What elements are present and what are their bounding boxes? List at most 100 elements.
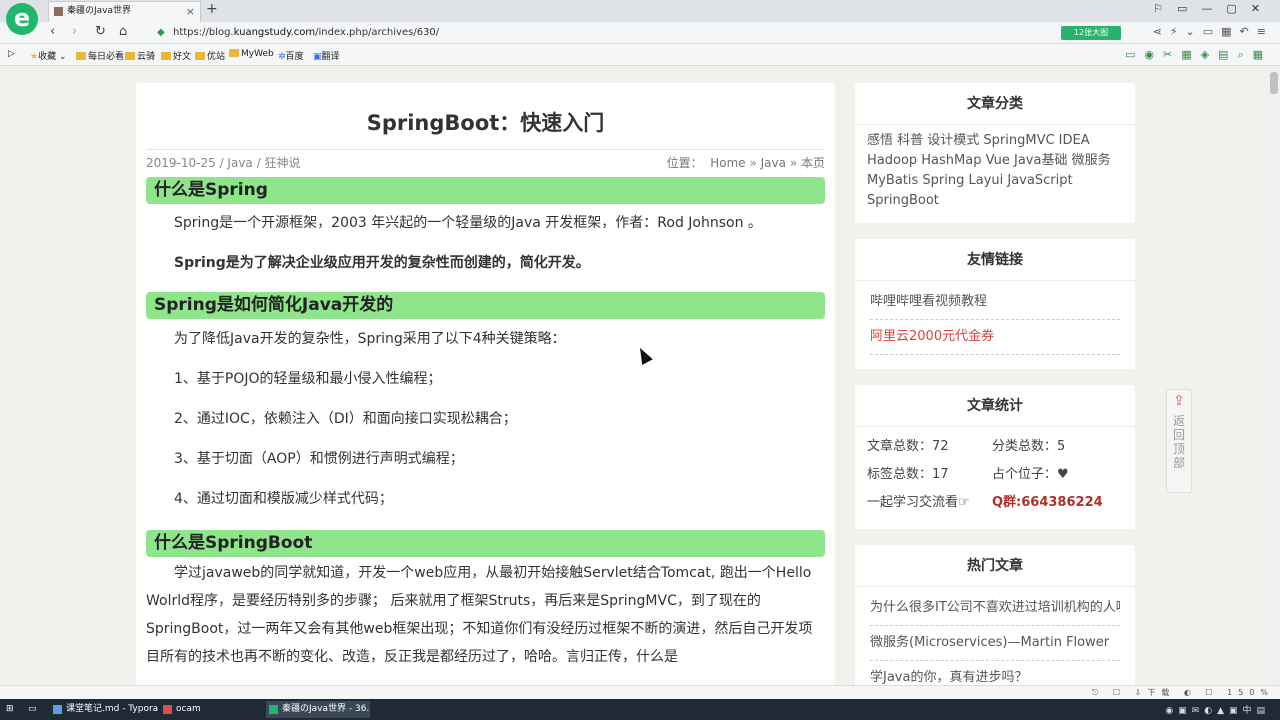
stat-row: 标签总数：17 占个位子：♥ [855, 461, 1135, 489]
article-category-link[interactable]: Java [227, 156, 252, 170]
breadcrumb-category[interactable]: Java [761, 156, 786, 170]
bookmark-baidu[interactable]: ✲百度 [278, 49, 304, 62]
breadcrumb-home[interactable]: Home [710, 156, 745, 170]
friend-link-aliyun[interactable]: 阿里云2000元代金券 [870, 320, 1120, 355]
heartbeat-icon: ♥ [1057, 467, 1069, 482]
heading-how-spring-simplifies: Spring是如何简化Java开发的 [146, 292, 825, 319]
browser-icon [269, 705, 278, 714]
system-tray[interactable]: ◉▣✉◐▲▣中▤ [1165, 703, 1270, 716]
article-title: SpringBoot：快速入门 [366, 111, 605, 135]
back-to-top-button[interactable]: ⇪ 返回顶部 [1166, 389, 1192, 493]
article-author: 狂神说 [264, 156, 301, 170]
folder-icon [125, 52, 135, 60]
hot-articles-widget: 热门文章 为什么很多IT公司不喜欢进过培训机构的人呢 微服务(Microserv… [855, 545, 1135, 685]
paragraph-bold: Spring是为了解决企业级应用开发的复杂性而创建的，简化开发。 [174, 255, 590, 271]
scrollbar-thumb[interactable] [1270, 72, 1278, 94]
hot-article-link[interactable]: 学Java的你，真有进步吗？ [870, 661, 1120, 685]
extension-icons[interactable]: ▭◉✂▦◈▤⌕▦ [1125, 48, 1272, 62]
reload-icon[interactable]: ↻ [95, 24, 106, 39]
friend-link-bilibili[interactable]: 哔哩哔哩看视频教程 [870, 285, 1120, 320]
article-card: SpringBoot：快速入门 2019-10-25 / Java / 狂神说 … [136, 83, 835, 685]
bookmark-translate[interactable]: ▣翻译 [313, 49, 340, 62]
folder-icon [195, 52, 205, 60]
url-domain: kuangstudy.com [233, 27, 316, 38]
taskbar-browser[interactable]: 秦疆のJava世界 - 36... [266, 701, 370, 718]
forward-icon[interactable]: › [72, 24, 77, 39]
back-to-top-label: 返回顶部 [1173, 414, 1186, 470]
secure-icon: ◆ [157, 27, 165, 38]
bookmark-good-sites[interactable]: 优站 [195, 49, 225, 62]
folder-icon [161, 52, 171, 60]
folder-icon [229, 49, 239, 57]
rocket-icon: ⇪ [1173, 393, 1185, 409]
zoom-level[interactable]: 150% [1227, 688, 1274, 697]
bookmark-good-articles[interactable]: 好文 [161, 49, 191, 62]
typora-icon [53, 705, 62, 714]
taskbar-label: ocam [176, 704, 201, 714]
breadcrumb-current: 本页 [800, 156, 825, 170]
tab-title: 秦疆のJava世界 [67, 6, 132, 16]
hot-articles-title: 热门文章 [855, 545, 1135, 587]
links-widget: 友情链接 哔哩哔哩看视频教程 阿里云2000元代金券 [855, 239, 1135, 369]
qq-group[interactable]: Q群:664386224 [992, 489, 1103, 517]
baidu-icon: ✲ [278, 52, 286, 62]
page-scrollbar[interactable] [1268, 66, 1280, 685]
star-icon: ★ [30, 52, 39, 62]
article-meta: 2019-10-25 / Java / 狂神说 位置： Home » Java … [146, 149, 825, 177]
browser-logo[interactable]: e [6, 3, 38, 35]
ocam-icon [163, 705, 172, 714]
stat-row: 一起学习交流看☞ Q群:664386224 [855, 489, 1135, 517]
paragraph: 为了降低Java开发的复杂性，Spring采用了以下4种关键策略： [174, 331, 566, 347]
heading-what-is-springboot: 什么是SpringBoot [146, 530, 825, 557]
taskbar-label: 秦疆のJava世界 - 36... [282, 704, 370, 714]
stat-tags: 标签总数：17 [867, 467, 949, 482]
status-right: ⎋ ☐ ⇩下载 ◐ ☐ 150% [1092, 688, 1274, 697]
bookmarks-toggle-icon[interactable]: ▷ [8, 49, 15, 59]
nav-bar: ‹ › ↻ ⌂ ◆ https://blog.kuangstudy.com/in… [0, 22, 1280, 44]
categories-title: 文章分类 [855, 83, 1135, 125]
url-prefix: https://blog. [173, 27, 234, 38]
breadcrumb-label: 位置： [666, 156, 703, 170]
url-path: /index.php/archives/630/ [315, 27, 440, 38]
stat-row: 文章总数：72 分类总数：5 [855, 433, 1135, 461]
hot-article-link[interactable]: 为什么很多IT公司不喜欢进过培训机构的人呢 [870, 591, 1120, 626]
address-bar[interactable]: ◆ https://blog.kuangstudy.com/index.php/… [155, 24, 1055, 42]
links-title: 友情链接 [855, 239, 1135, 281]
bookmark-cloud[interactable]: 云骑 [125, 49, 155, 62]
new-tab-button[interactable]: + [206, 1, 218, 17]
stat-categories: 分类总数：5 [992, 439, 1066, 454]
favicon-icon [54, 7, 63, 16]
page-viewport: SpringBoot：快速入门 2019-10-25 / Java / 狂神说 … [0, 66, 1268, 685]
toolbar-icons[interactable]: ⋖⚡⌄▭▦↶≡ [1153, 25, 1274, 38]
folder-icon [76, 52, 86, 60]
status-bar: ⎋ ☐ ⇩下载 ◐ ☐ 150% [0, 685, 1280, 699]
back-icon[interactable]: ‹ [50, 24, 55, 39]
task-view-icon[interactable]: ▭ [28, 701, 43, 718]
stats-widget: 文章统计 文章总数：72 分类总数：5 标签总数：17 占个位子：♥ 一起学习交… [855, 385, 1135, 529]
bookmark-myweb[interactable]: MyWeb [229, 49, 274, 59]
bookmark-daily[interactable]: 每日必看 [76, 49, 124, 62]
tab-close-icon[interactable]: × [186, 2, 195, 21]
taskbar: ⊞ ▭ 课堂笔记.md - Typora ocam 秦疆のJava世界 - 36… [0, 699, 1280, 720]
stat-join: 一起学习交流看☞ [867, 495, 970, 510]
home-icon[interactable]: ⌂ [119, 24, 127, 39]
strategy-item: 3、基于切面（AOP）和惯例进行声明式编程； [174, 451, 464, 467]
window-controls[interactable]: ⚐▭—▢✕ [1153, 2, 1274, 15]
tab-bar: 秦疆のJava世界 × + ⚐▭—▢✕ [0, 0, 1280, 22]
download-label[interactable]: 下载 [1147, 688, 1175, 697]
big-pic-button[interactable]: 12张大图 [1061, 26, 1121, 40]
strategy-item: 2、通过IOC，依赖注入（DI）和面向接口实现松耦合； [174, 411, 517, 427]
categories-widget: 文章分类 感悟 科普 设计模式 SpringMVC IDEA Hadoop Ha… [855, 83, 1135, 223]
start-icon[interactable]: ⊞ [6, 701, 20, 718]
bookmarks-bar: ▷ ★收藏 ⌄ 每日必看 云骑 好文 优站 MyWeb ✲百度 ▣翻译 ▭◉✂▦… [0, 44, 1280, 66]
browser-tab[interactable]: 秦疆のJava世界 × [48, 1, 201, 22]
bookmark-favorites[interactable]: ★收藏 ⌄ [30, 49, 67, 62]
hot-article-link[interactable]: 微服务(Microservices)—Martin Flower [870, 626, 1120, 661]
article-date: 2019-10-25 [146, 156, 216, 170]
taskbar-ocam[interactable]: ocam [160, 701, 207, 718]
taskbar-typora[interactable]: 课堂笔记.md - Typora [50, 701, 164, 718]
stat-articles: 文章总数：72 [867, 439, 949, 454]
breadcrumb: 位置： Home » Java » 本页 [666, 156, 825, 170]
paragraph: 学过javaweb的同学就知道，开发一个web应用，从最初开始接触Servlet… [146, 565, 813, 665]
category-tags[interactable]: 感悟 科普 设计模式 SpringMVC IDEA Hadoop HashMap… [855, 125, 1135, 217]
